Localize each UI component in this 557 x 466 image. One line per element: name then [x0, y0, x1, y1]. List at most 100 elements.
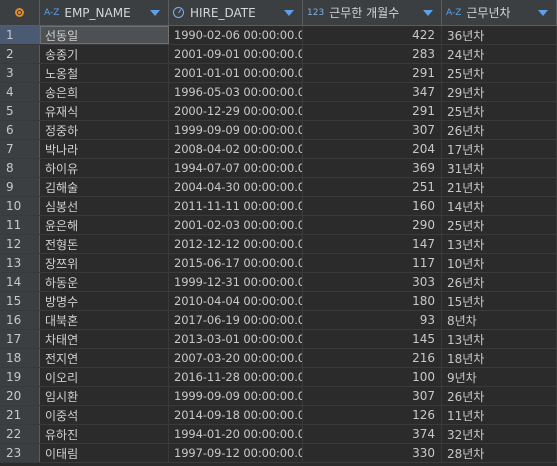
cell-months[interactable]: 307	[303, 387, 442, 405]
table-row[interactable]: 3노옹철2001-01-01 00:00:00.00029125년차	[0, 64, 557, 83]
row-number[interactable]: 17	[0, 330, 40, 348]
cell-months[interactable]: 307	[303, 121, 442, 139]
cell-months[interactable]: 422	[303, 26, 442, 44]
cell-years[interactable]: 26년차	[442, 387, 557, 405]
cell-hire-date[interactable]: 1997-09-12 00:00:00.000	[169, 444, 303, 462]
filter-dropdown-icon[interactable]	[538, 10, 548, 16]
cell-emp-name[interactable]: 임시환	[40, 387, 169, 405]
cell-months[interactable]: 251	[303, 178, 442, 196]
cell-years[interactable]: 21년차	[442, 178, 557, 196]
table-row[interactable]: 16대북혼2017-06-19 00:00:00.000938년차	[0, 311, 557, 330]
column-header-emp-name[interactable]: A-Z EMP_NAME	[40, 0, 169, 25]
table-row[interactable]: 12전형돈2012-12-12 00:00:00.00014713년차	[0, 235, 557, 254]
row-number[interactable]: 7	[0, 140, 40, 158]
table-row[interactable]: 15방명수2010-04-04 00:00:00.00018015년차	[0, 292, 557, 311]
row-number[interactable]: 2	[0, 45, 40, 63]
row-number[interactable]: 22	[0, 425, 40, 443]
cell-hire-date[interactable]: 1999-09-09 00:00:00.000	[169, 121, 303, 139]
cell-hire-date[interactable]: 1999-09-09 00:00:00.000	[169, 387, 303, 405]
cell-emp-name[interactable]: 이태림	[40, 444, 169, 462]
cell-years[interactable]: 25년차	[442, 64, 557, 82]
cell-emp-name[interactable]: 장쯔위	[40, 254, 169, 272]
cell-months[interactable]: 147	[303, 235, 442, 253]
cell-hire-date[interactable]: 2008-04-02 00:00:00.000	[169, 140, 303, 158]
cell-emp-name[interactable]: 차태연	[40, 330, 169, 348]
cell-years[interactable]: 26년차	[442, 121, 557, 139]
cell-years[interactable]: 14년차	[442, 197, 557, 215]
cell-months[interactable]: 117	[303, 254, 442, 272]
cell-years[interactable]: 26년차	[442, 273, 557, 291]
cell-months[interactable]: 374	[303, 425, 442, 443]
cell-years[interactable]: 25년차	[442, 216, 557, 234]
cell-years[interactable]: 28년차	[442, 444, 557, 462]
cell-hire-date[interactable]: 2001-02-03 00:00:00.000	[169, 216, 303, 234]
cell-hire-date[interactable]: 2014-09-18 00:00:00.000	[169, 406, 303, 424]
row-number[interactable]: 19	[0, 368, 40, 386]
table-row[interactable]: 9김해술2004-04-30 00:00:00.00025121년차	[0, 178, 557, 197]
cell-years[interactable]: 25년차	[442, 102, 557, 120]
cell-hire-date[interactable]: 2001-09-01 00:00:00.000	[169, 45, 303, 63]
table-row[interactable]: 14하동운1999-12-31 00:00:00.00030326년차	[0, 273, 557, 292]
cell-years[interactable]: 8년차	[442, 311, 557, 329]
cell-months[interactable]: 216	[303, 349, 442, 367]
column-header-months[interactable]: 123 근무한 개월수	[303, 0, 442, 25]
cell-hire-date[interactable]: 1999-12-31 00:00:00.000	[169, 273, 303, 291]
filter-dropdown-icon[interactable]	[150, 10, 160, 16]
cell-hire-date[interactable]: 2015-06-17 00:00:00.000	[169, 254, 303, 272]
cell-emp-name[interactable]: 방명수	[40, 292, 169, 310]
cell-hire-date[interactable]: 2011-11-11 00:00:00.000	[169, 197, 303, 215]
table-row[interactable]: 5유재식2000-12-29 00:00:00.00029125년차	[0, 102, 557, 121]
cell-months[interactable]: 204	[303, 140, 442, 158]
cell-years[interactable]: 13년차	[442, 235, 557, 253]
table-row[interactable]: 4송은희1996-05-03 00:00:00.00034729년차	[0, 83, 557, 102]
row-number[interactable]: 21	[0, 406, 40, 424]
cell-months[interactable]: 291	[303, 64, 442, 82]
cell-emp-name[interactable]: 이오리	[40, 368, 169, 386]
cell-hire-date[interactable]: 2004-04-30 00:00:00.000	[169, 178, 303, 196]
cell-years[interactable]: 24년차	[442, 45, 557, 63]
cell-hire-date[interactable]: 1994-01-20 00:00:00.000	[169, 425, 303, 443]
table-row[interactable]: 21이중석2014-09-18 00:00:00.00012611년차	[0, 406, 557, 425]
cell-hire-date[interactable]: 2016-11-28 00:00:00.000	[169, 368, 303, 386]
table-row[interactable]: 6정중하1999-09-09 00:00:00.00030726년차	[0, 121, 557, 140]
cell-emp-name[interactable]: 김해술	[40, 178, 169, 196]
cell-years[interactable]: 13년차	[442, 330, 557, 348]
cell-emp-name[interactable]: 전지연	[40, 349, 169, 367]
table-row[interactable]: 23이태림1997-09-12 00:00:00.00033028년차	[0, 444, 557, 463]
cell-years[interactable]: 15년차	[442, 292, 557, 310]
row-number[interactable]: 1	[0, 26, 40, 44]
cell-months[interactable]: 291	[303, 102, 442, 120]
cell-months[interactable]: 126	[303, 406, 442, 424]
cell-emp-name[interactable]: 전형돈	[40, 235, 169, 253]
row-number[interactable]: 15	[0, 292, 40, 310]
cell-years[interactable]: 11년차	[442, 406, 557, 424]
column-header-hire-date[interactable]: HIRE_DATE	[169, 0, 303, 25]
row-number[interactable]: 18	[0, 349, 40, 367]
table-row[interactable]: 11윤은해2001-02-03 00:00:00.00029025년차	[0, 216, 557, 235]
row-number[interactable]: 10	[0, 197, 40, 215]
cell-months[interactable]: 145	[303, 330, 442, 348]
cell-hire-date[interactable]: 1994-07-07 00:00:00.000	[169, 159, 303, 177]
table-row[interactable]: 7박나라2008-04-02 00:00:00.00020417년차	[0, 140, 557, 159]
table-row[interactable]: 20임시환1999-09-09 00:00:00.00030726년차	[0, 387, 557, 406]
cell-hire-date[interactable]: 2001-01-01 00:00:00.000	[169, 64, 303, 82]
cell-emp-name[interactable]: 송종기	[40, 45, 169, 63]
row-number[interactable]: 3	[0, 64, 40, 82]
cell-emp-name[interactable]: 노옹철	[40, 64, 169, 82]
cell-years[interactable]: 31년차	[442, 159, 557, 177]
cell-hire-date[interactable]: 2000-12-29 00:00:00.000	[169, 102, 303, 120]
cell-months[interactable]: 330	[303, 444, 442, 462]
cell-emp-name[interactable]: 선동일	[40, 26, 169, 44]
row-number[interactable]: 12	[0, 235, 40, 253]
cell-hire-date[interactable]: 2012-12-12 00:00:00.000	[169, 235, 303, 253]
cell-emp-name[interactable]: 송은희	[40, 83, 169, 101]
cell-months[interactable]: 93	[303, 311, 442, 329]
table-row[interactable]: 1선동일1990-02-06 00:00:00.00042236년차	[0, 26, 557, 45]
cell-years[interactable]: 18년차	[442, 349, 557, 367]
row-number[interactable]: 6	[0, 121, 40, 139]
row-number-header[interactable]	[0, 0, 40, 25]
cell-hire-date[interactable]: 2007-03-20 00:00:00.000	[169, 349, 303, 367]
cell-months[interactable]: 303	[303, 273, 442, 291]
cell-months[interactable]: 160	[303, 197, 442, 215]
row-number[interactable]: 23	[0, 444, 40, 462]
